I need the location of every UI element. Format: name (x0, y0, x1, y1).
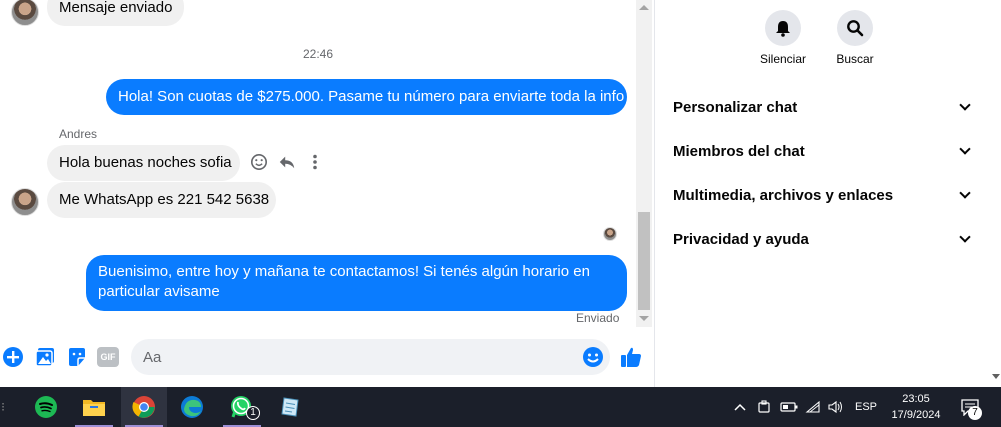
mute-action[interactable]: Silenciar (753, 10, 813, 66)
incoming-message[interactable]: Hola buenas noches sofia (47, 145, 240, 181)
search-icon (837, 10, 873, 46)
windows-taskbar: ⁝ 1 ESP 23:05 17/9/2024 7 (0, 387, 1001, 427)
contact-avatar[interactable] (11, 0, 39, 26)
message-composer: GIF (0, 337, 652, 377)
emoji-react-icon[interactable] (249, 152, 269, 172)
read-receipt-avatar (603, 227, 617, 241)
scroll-thumb[interactable] (638, 212, 650, 310)
search-action[interactable]: Buscar (825, 10, 885, 66)
chrome-icon[interactable] (121, 387, 167, 427)
chevron-down-icon (959, 143, 971, 155)
gif-label: GIF (97, 347, 119, 367)
edge-icon[interactable] (169, 387, 215, 427)
clock-time: 23:05 (902, 393, 930, 405)
wifi-icon[interactable] (803, 387, 823, 427)
whatsapp-badge: 1 (246, 406, 260, 420)
system-clock[interactable]: 23:05 17/9/2024 (884, 391, 948, 423)
taskbar-edge-tab: ⁝ (1, 400, 5, 414)
volume-icon[interactable] (826, 387, 846, 427)
message-input[interactable] (131, 339, 610, 375)
chevron-down-icon (959, 99, 971, 111)
chevron-up-icon[interactable] (731, 387, 749, 427)
gif-icon[interactable]: GIF (96, 345, 120, 369)
section-label: Multimedia, archivos y enlaces (673, 186, 894, 204)
photo-icon[interactable] (33, 345, 57, 369)
language-indicator[interactable]: ESP (852, 387, 880, 427)
reply-icon[interactable] (277, 152, 297, 172)
battery-icon[interactable] (778, 387, 800, 427)
chevron-down-icon (959, 231, 971, 243)
chat-info-panel: Silenciar Buscar Personalizar chat Miemb… (654, 0, 1001, 387)
notification-center-icon[interactable]: 7 (956, 387, 984, 427)
section-label: Miembros del chat (673, 142, 805, 160)
section-label: Privacidad y ayuda (673, 230, 809, 248)
sender-name: Andres (59, 127, 98, 141)
mute-label: Silenciar (759, 52, 807, 66)
section-media-files-links[interactable]: Multimedia, archivos y enlaces (673, 183, 973, 207)
clock-date: 17/9/2024 (891, 409, 941, 421)
chat-scrollbar[interactable] (636, 0, 652, 327)
panel-scroll-down-arrow[interactable] (992, 374, 1000, 379)
chat-thread: Mensaje enviado 22:46 Hola! Son cuotas d… (0, 0, 636, 387)
sticker-icon[interactable] (65, 345, 89, 369)
outgoing-message[interactable]: Hola! Son cuotas de $275.000. Pasame tu … (106, 79, 627, 115)
section-chat-members[interactable]: Miembros del chat (673, 139, 973, 163)
incoming-message[interactable]: Me WhatsApp es 221 542 5638 (47, 182, 276, 218)
more-options-icon[interactable] (305, 152, 325, 172)
section-label: Personalizar chat (673, 98, 798, 116)
incoming-message[interactable]: Mensaje enviado (47, 0, 185, 26)
bell-icon (765, 10, 801, 46)
scroll-down-arrow[interactable] (639, 316, 649, 321)
message-timestamp: 22:46 (302, 47, 334, 61)
outgoing-message[interactable]: Buenisimo, entre hoy y mañana te contact… (86, 255, 627, 311)
file-explorer-icon[interactable] (71, 387, 117, 427)
message-status: Enviado (576, 311, 620, 325)
notification-badge: 7 (968, 406, 982, 420)
section-privacy-help[interactable]: Privacidad y ayuda (673, 227, 973, 251)
chevron-down-icon (959, 187, 971, 199)
screen: Mensaje enviado 22:46 Hola! Son cuotas d… (0, 0, 1001, 427)
section-customize-chat[interactable]: Personalizar chat (673, 95, 973, 119)
search-label: Buscar (836, 52, 874, 66)
meet-now-icon[interactable] (754, 387, 774, 427)
contact-avatar[interactable] (11, 188, 39, 216)
spotify-icon[interactable] (23, 387, 69, 427)
like-thumb-icon[interactable] (619, 345, 643, 369)
notes-icon[interactable] (267, 387, 313, 427)
scroll-up-arrow[interactable] (639, 5, 649, 10)
whatsapp-icon[interactable]: 1 (219, 387, 265, 427)
emoji-picker-icon[interactable] (581, 345, 605, 369)
add-more-icon[interactable] (1, 345, 25, 369)
